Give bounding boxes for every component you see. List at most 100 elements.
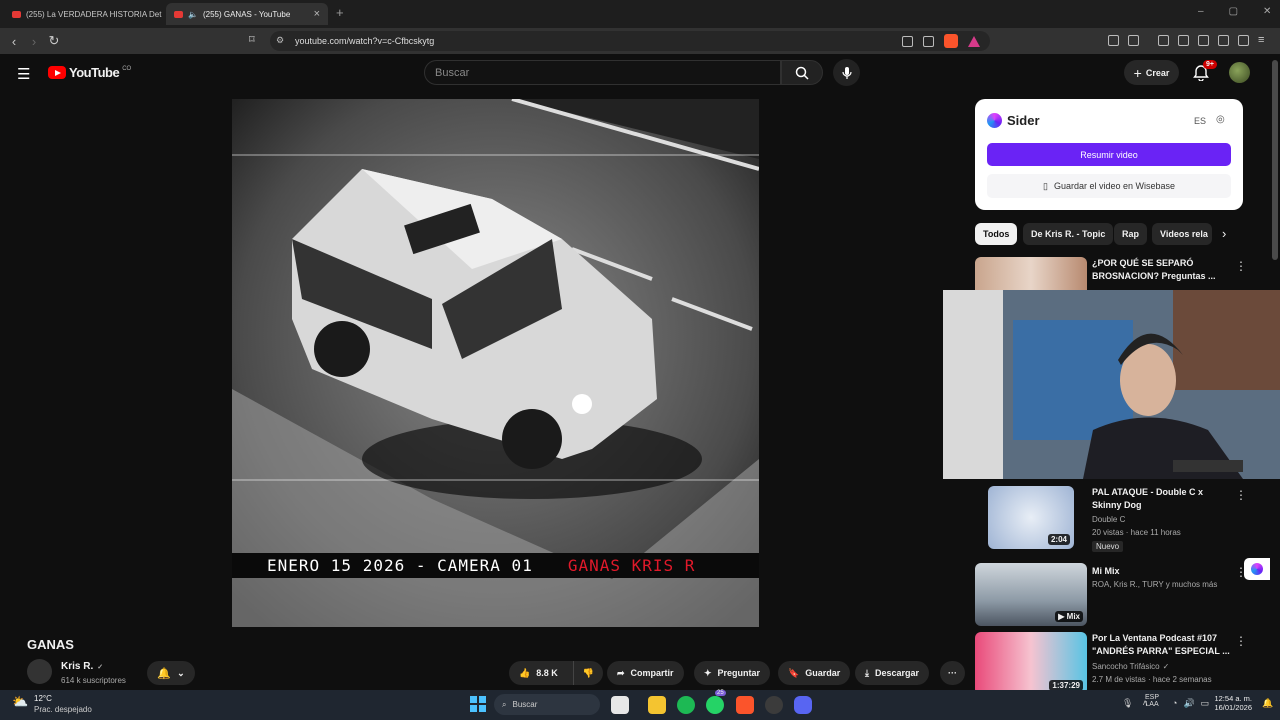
menu-icon[interactable]: ≡ [1258,34,1264,46]
spotify-icon[interactable] [677,696,695,714]
duration-badge: 2:04 [1047,534,1070,545]
search-input[interactable]: Buscar [424,60,781,85]
forward-icon[interactable]: › [24,34,44,49]
video-thumbnail: 1:37:29 [975,632,1087,695]
whatsapp-icon[interactable]: 25 [706,690,726,714]
list-item[interactable]: 2:04 PAL ATAQUE - Double C x Skinny Dog … [975,486,1275,552]
chip-de-kris-r-topic[interactable]: De Kris R. - Topic [1023,223,1114,245]
sider-title: Sider [1007,113,1040,128]
clock-time[interactable]: 12:54 a. m. [1208,694,1252,703]
keyboard-layout: LAA [1145,701,1159,708]
leo-icon[interactable] [1218,34,1229,46]
ask-button[interactable]: ✦ Preguntar [694,661,771,685]
volume-icon[interactable]: 🔊 [1183,698,1194,709]
close-tab-icon[interactable]: × [314,8,320,20]
weather-icon[interactable]: ⛅ [12,694,28,710]
download-label: Descargar [874,668,920,678]
chip-todos[interactable]: Todos [975,223,1018,245]
close-window-button[interactable]: ✕ [1263,6,1271,17]
maximize-button[interactable]: ▢ [1229,6,1238,17]
youtube-logo[interactable]: YouTube CO [48,65,131,80]
share-icon[interactable] [923,35,934,47]
brave-browser-icon[interactable] [736,696,754,714]
save-to-wisebase-button[interactable]: ▯ Guardar el video en Wisebase [987,174,1231,198]
windows-start-icon[interactable] [470,696,486,712]
bookmark-icon[interactable]: ⌑ [249,33,255,46]
create-button[interactable]: + Crear [1124,60,1179,85]
wallet-icon[interactable] [1198,34,1209,46]
new-badge: Nuevo [1092,541,1124,552]
discord-icon[interactable] [794,696,812,714]
back-icon[interactable]: ‹ [4,34,24,49]
extension-icon[interactable] [1108,34,1119,46]
file-explorer-icon[interactable] [648,696,666,714]
youtube-play-icon [48,66,66,79]
brave-rewards-icon[interactable] [968,35,980,47]
keyboard-language[interactable]: ESP [1145,694,1159,701]
channel-name: Double C [1092,515,1126,524]
sidebar-icon[interactable] [1178,34,1189,46]
new-tab-button[interactable]: + [336,5,344,20]
verified-icon: ✓ [1162,662,1170,671]
tab-label: (255) GANAS - YouTube [202,9,291,19]
extension-icon[interactable] [1128,34,1139,46]
taskbar-search-input[interactable]: ⌕ Buscar [494,694,600,715]
screenshot-icon[interactable] [902,35,913,47]
channel-name[interactable]: Kris R. [61,661,93,672]
notification-center-icon[interactable]: 🔔 [1262,698,1273,709]
sparkle-icon: ✦ [704,667,712,678]
scrollbar[interactable] [1272,60,1278,260]
voice-search-button[interactable] [833,59,860,86]
save-label: Guardar [805,668,841,678]
notifications-button[interactable]: 9+ [1193,60,1217,84]
music-icon[interactable] [1158,34,1169,46]
avatar[interactable] [1229,62,1250,83]
photos-app-icon[interactable] [611,696,629,714]
weather-temp: 12°C [34,694,52,703]
sider-language[interactable]: ES [1194,116,1206,126]
channel-avatar[interactable] [27,659,52,684]
more-icon[interactable]: ⋮ [1235,634,1247,648]
list-item[interactable]: 1:37:29 Por La Ventana Podcast #107 "AND… [975,632,1275,695]
tab-la-verdadera-historia[interactable]: (255) La VERDADERA HISTORIA Detrá [4,3,162,25]
wifi-icon[interactable]: ◔ [1172,698,1177,709]
sider-floating-button[interactable] [1244,558,1270,580]
sider-extension-panel: Sider ES ◎ Resumir video ▯ Guardar el vi… [975,99,1243,210]
hamburger-menu-icon[interactable]: ☰ [17,65,30,83]
microphone-icon[interactable]: 🎙 [1122,698,1133,709]
chevron-right-icon[interactable]: › [1222,226,1226,241]
more-actions-button[interactable]: ··· [940,661,965,685]
download-button[interactable]: ⤓ Descargar [855,661,930,685]
chip-rap[interactable]: Rap [1114,223,1148,245]
browser-tab-bar: (255) La VERDADERA HISTORIA Detrá 🔈 (255… [0,0,1280,28]
obs-icon[interactable] [765,696,783,714]
sider-settings-icon[interactable]: ◎ [1216,114,1225,125]
summarize-video-button[interactable]: Resumir video [987,143,1231,166]
url-field[interactable]: youtube.com/watch?v=c-Cfbcskytg [270,31,990,51]
brave-shield-icon[interactable] [944,34,958,48]
share-icon: ➦ [617,667,625,678]
video-title: ¿POR QUÉ SE SEPARÓ BROSNACION? Preguntas… [1092,258,1216,281]
share-button[interactable]: ➦ Compartir [607,661,684,685]
verified-icon: ✓ [97,663,104,671]
dislike-button[interactable]: 👎 [573,661,603,685]
more-icon[interactable]: ⋮ [1235,565,1247,579]
webcam-overlay [943,290,1280,479]
minimize-button[interactable]: – [1198,6,1204,17]
vpn-icon[interactable] [1238,34,1249,46]
chip-videos-relacionados[interactable]: Videos rela [1152,223,1212,245]
more-icon[interactable]: ⋮ [1235,488,1247,502]
subscribed-button[interactable]: 🔔 ⌄ [147,661,195,685]
site-info-icon[interactable]: ⚙ [276,35,284,46]
list-item[interactable]: ▶ Mix Mi Mix ROA, Kris R., TURY y muchos… [975,563,1275,626]
video-player[interactable] [232,99,759,627]
reload-icon[interactable]: ↻ [44,33,64,49]
mix-artists: ROA, Kris R., TURY y muchos más [1092,580,1218,589]
like-button[interactable]: 👍 8.8 K [509,661,573,685]
download-icon: ⤓ [865,667,869,678]
tab-ganas-youtube[interactable]: 🔈 (255) GANAS - YouTube × [166,3,328,25]
save-button[interactable]: 🔖 Guardar [778,661,851,685]
search-button[interactable] [781,60,823,85]
bookmark-icon: ▯ [1042,180,1048,191]
more-icon[interactable]: ⋮ [1235,259,1247,273]
